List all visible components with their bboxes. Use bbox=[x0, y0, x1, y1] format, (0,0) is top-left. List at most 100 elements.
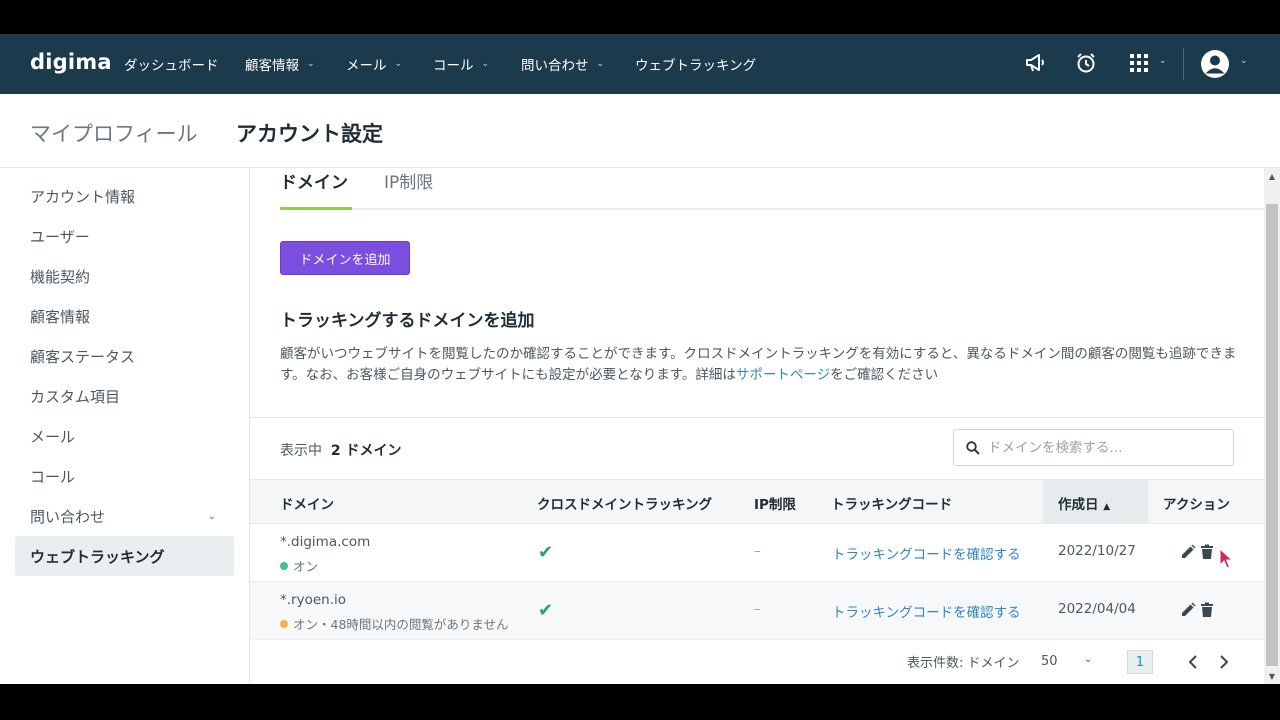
count-value: 2 ドメイン bbox=[330, 443, 402, 459]
mouse-cursor-icon bbox=[1219, 548, 1233, 569]
col-tracking-code[interactable]: トラッキングコード bbox=[831, 493, 952, 513]
checkmark-icon: ✔ bbox=[538, 542, 554, 563]
status-text: オン bbox=[293, 559, 319, 574]
support-page-link[interactable]: サポートページ bbox=[736, 367, 830, 383]
page-header: マイプロフィール アカウント設定 bbox=[0, 94, 1280, 168]
sidebar-item-label: 機能契約 bbox=[30, 267, 91, 286]
trash-icon[interactable] bbox=[1200, 544, 1216, 560]
my-profile-link[interactable]: マイプロフィール bbox=[30, 118, 198, 148]
section-title: トラッキングするドメインを追加 bbox=[280, 311, 535, 331]
status-text: オン・48時間以内の閲覧がありません bbox=[293, 617, 509, 632]
chevron-down-icon: ⌄ bbox=[1159, 56, 1167, 66]
tab-ip-restriction[interactable]: IP制限 bbox=[384, 168, 433, 210]
settings-sidebar: アカウント情報 ユーザー 機能契約 顧客情報 顧客ステータス カスタム項目 メー… bbox=[0, 168, 250, 684]
sidebar-item-account-info[interactable]: アカウント情報 bbox=[15, 176, 234, 216]
domain-search-input[interactable] bbox=[988, 439, 1228, 456]
tab-domain[interactable]: ドメイン bbox=[280, 168, 352, 210]
nav-inquiry-label: 問い合わせ bbox=[521, 58, 589, 74]
tab-label: IP制限 bbox=[384, 173, 434, 193]
next-page-icon[interactable] bbox=[1216, 650, 1232, 674]
pagination: 表示件数: ドメイン 50 ⌄ 1 bbox=[250, 640, 1264, 684]
add-domain-button[interactable]: ドメインを追加 bbox=[280, 241, 410, 275]
megaphone-icon[interactable] bbox=[1024, 51, 1048, 75]
status-dot-icon bbox=[280, 619, 288, 628]
nav-dashboard[interactable]: ダッシュボード bbox=[124, 54, 219, 74]
nav-dashboard-label: ダッシュボード bbox=[124, 58, 219, 74]
status-dot-icon bbox=[280, 561, 288, 570]
ip-restriction-value: – bbox=[754, 601, 761, 617]
sidebar-item-label: メール bbox=[30, 427, 76, 446]
table-header: ドメイン クロスドメイントラッキング IP制限 トラッキングコード 作成日 ▲ … bbox=[250, 479, 1264, 524]
sidebar-item-label: ウェブトラッキング bbox=[30, 547, 165, 566]
sidebar-item-call[interactable]: コール bbox=[15, 456, 234, 496]
edit-pencil-icon[interactable] bbox=[1180, 544, 1196, 560]
col-cross-domain-tracking[interactable]: クロスドメイントラッキング bbox=[537, 493, 712, 513]
sidebar-item-web-tracking[interactable]: ウェブトラッキング bbox=[15, 536, 234, 576]
scroll-up-arrow-icon[interactable]: ▲ bbox=[1264, 168, 1280, 184]
sidebar-item-users[interactable]: ユーザー bbox=[15, 216, 234, 256]
scrollbar-thumb[interactable] bbox=[1266, 204, 1278, 666]
nav-mail[interactable]: メール ⌄ bbox=[346, 54, 402, 74]
table-row: *.ryoen.io オン・48時間以内の閲覧がありません ✔ – トラッキング… bbox=[250, 582, 1264, 640]
sidebar-item-customer-status[interactable]: 顧客ステータス bbox=[15, 336, 234, 376]
nav-divider bbox=[1183, 48, 1184, 80]
nav-call-label: コール bbox=[433, 58, 474, 74]
sidebar-item-custom-fields[interactable]: カスタム項目 bbox=[15, 376, 234, 416]
sidebar-item-mail[interactable]: メール bbox=[15, 416, 234, 456]
domain-count: 表示中 2 ドメイン bbox=[280, 440, 402, 460]
sort-asc-icon: ▲ bbox=[1103, 502, 1111, 512]
created-date: 2022/04/04 bbox=[1058, 601, 1136, 617]
domain-search[interactable] bbox=[953, 429, 1234, 466]
sidebar-item-label: コール bbox=[30, 467, 76, 486]
domain-name: *.digima.com bbox=[280, 534, 371, 550]
col-created-date[interactable]: 作成日 ▲ bbox=[1058, 493, 1110, 513]
section-description: 顧客がいつウェブサイトを閲覧したのか確認することができます。クロスドメイントラッ… bbox=[280, 344, 1240, 386]
chevron-down-icon: ⌄ bbox=[481, 59, 490, 69]
chevron-down-icon[interactable]: ⌄ bbox=[1084, 654, 1092, 665]
tab-label: ドメイン bbox=[280, 173, 348, 193]
search-icon bbox=[966, 440, 980, 455]
domain-name: *.ryoen.io bbox=[280, 592, 347, 608]
chevron-down-icon: ⌄ bbox=[307, 59, 315, 69]
page-size-select[interactable]: 50 bbox=[1041, 654, 1058, 669]
trash-icon[interactable] bbox=[1200, 602, 1216, 618]
tracking-code-link[interactable]: トラッキングコードを確認する bbox=[832, 601, 1021, 621]
checkmark-icon: ✔ bbox=[538, 600, 554, 621]
nav-inquiry[interactable]: 問い合わせ ⌄ bbox=[521, 54, 604, 74]
tab-bar: ドメイン IP制限 bbox=[280, 168, 1264, 210]
prev-page-icon[interactable] bbox=[1185, 650, 1201, 674]
tracking-code-link[interactable]: トラッキングコードを確認する bbox=[832, 543, 1021, 563]
ip-restriction-value: – bbox=[754, 543, 761, 559]
user-avatar-icon[interactable] bbox=[1200, 49, 1230, 79]
nav-call[interactable]: コール ⌄ bbox=[433, 54, 489, 74]
description-text-end: をご確認ください bbox=[830, 367, 939, 383]
main-content: ドメイン IP制限 ドメインを追加 トラッキングするドメインを追加 顧客がいつウ… bbox=[250, 168, 1264, 684]
sidebar-item-label: 問い合わせ bbox=[30, 507, 106, 526]
sidebar-item-label: ユーザー bbox=[30, 227, 90, 246]
chevron-down-icon: ⌄ bbox=[1240, 56, 1248, 66]
current-page-button[interactable]: 1 bbox=[1127, 650, 1153, 674]
page-title: アカウント設定 bbox=[236, 122, 383, 146]
created-date: 2022/10/27 bbox=[1058, 543, 1136, 559]
scroll-down-arrow-icon[interactable]: ▼ bbox=[1264, 668, 1280, 684]
table-row: *.digima.com オン ✔ – トラッキングコードを確認する 2022/… bbox=[250, 524, 1264, 582]
sidebar-item-contract[interactable]: 機能契約 bbox=[15, 256, 234, 296]
apps-grid-icon[interactable] bbox=[1127, 51, 1151, 75]
col-created-label: 作成日 bbox=[1058, 497, 1099, 513]
domain-status: オン・48時間以内の閲覧がありません bbox=[280, 614, 509, 633]
sidebar-item-customer-info[interactable]: 顧客情報 bbox=[15, 296, 234, 336]
edit-pencil-icon[interactable] bbox=[1180, 602, 1196, 618]
nav-customer-info-label: 顧客情報 bbox=[245, 58, 299, 74]
sidebar-item-label: カスタム項目 bbox=[30, 387, 121, 406]
col-domain[interactable]: ドメイン bbox=[280, 493, 334, 513]
vertical-scrollbar[interactable]: ▲ ▼ bbox=[1264, 168, 1280, 684]
col-ip-restriction[interactable]: IP制限 bbox=[754, 493, 796, 513]
nav-mail-label: メール bbox=[346, 58, 387, 74]
nav-customer-info[interactable]: 顧客情報 ⌄ bbox=[245, 54, 315, 74]
alarm-clock-icon[interactable] bbox=[1074, 51, 1098, 75]
sidebar-item-inquiry[interactable]: 問い合わせ ⌄ bbox=[15, 496, 234, 536]
digima-logo[interactable]: digima bbox=[30, 50, 112, 74]
chevron-down-icon: ⌄ bbox=[207, 510, 216, 522]
chevron-down-icon: ⌄ bbox=[596, 59, 605, 69]
nav-web-tracking[interactable]: ウェブトラッキング bbox=[635, 54, 756, 74]
